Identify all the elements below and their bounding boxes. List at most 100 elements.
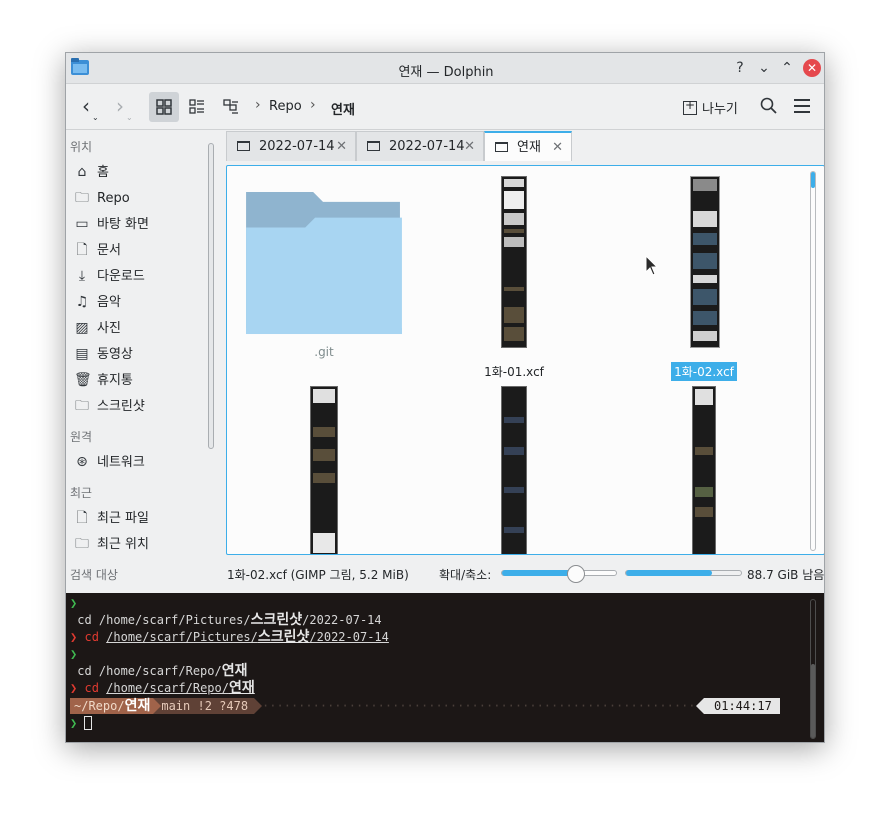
folder-icon [367,141,380,151]
minimize-button[interactable]: ⌄ [754,58,774,78]
search-button[interactable] [760,97,778,119]
dolphin-window: 연재 — Dolphin ? ⌄ ⌃ ✕ ‹ ⌄ › ⌄ › Repo › 연재… [65,52,825,743]
close-button[interactable]: ✕ [803,59,821,77]
powerline-git-segment: main !2 ?478 [153,698,255,714]
free-space-fill [626,570,713,576]
breadcrumb-separator-icon: › [310,97,316,113]
details-view-icon [223,99,238,114]
window-title: 연재 — Dolphin [398,65,494,80]
breadcrumb-repo[interactable]: Repo [269,99,302,114]
dropdown-arrow-icon: ⌄ [126,113,133,122]
terminal-line-1: cd /home/scarf/Pictures/스크린샷/2022-07-14 [70,612,382,628]
split-view-icon [683,98,697,115]
maximize-button[interactable]: ⌃ [777,58,797,78]
zoom-slider-fill [502,570,577,576]
file-label: .git [314,345,334,359]
pictures-icon: ▨ [75,320,89,336]
tab-2022-07-14-a[interactable]: 2022-07-14 ✕ [226,131,356,161]
split-view-button[interactable]: 나누기 [683,98,738,117]
folder-icon [246,191,402,335]
back-button[interactable]: ‹ ⌄ [82,94,99,122]
compact-view-icon [189,99,204,114]
sidebar-item-trash[interactable]: 🗑 휴지통 [74,370,133,390]
powerline-path-segment: ~/Repo/연재 [70,698,155,714]
details-view-button[interactable] [216,92,246,122]
breadcrumb-current[interactable]: 연재 [331,99,355,118]
icons-view-icon [156,99,172,115]
file-view[interactable]: .git 1화-01.xcf 1화-02.xcf [226,165,824,555]
mouse-pointer-icon [645,255,659,276]
zoom-label: 확대/축소: [439,568,492,582]
terminal-clock: 01:44:17 [696,698,780,714]
terminal-prompt-char: ❯ [70,647,78,661]
sidebar-item-documents[interactable]: 🗋 문서 [74,240,121,260]
chevron-left-icon: ‹ [82,94,90,118]
compact-view-button[interactable] [182,92,212,122]
folder-icon: 🗀 [75,190,89,206]
forward-button[interactable]: › ⌄ [116,94,133,122]
recent-files-icon: 🗋 [76,510,88,526]
sidebar-item-screenshots[interactable]: 🗀 스크린샷 [74,396,145,416]
close-tab-icon[interactable]: ✕ [552,133,563,162]
image-thumbnail [501,176,527,348]
sidebar-item-recent-locations[interactable]: 🗀 최근 위치 [74,534,149,554]
image-thumbnail [501,386,527,554]
folder-icon [495,142,508,152]
zoom-slider-handle[interactable] [567,565,586,583]
sidebar-item-pictures[interactable]: ▨ 사진 [74,318,121,338]
video-icon: ▤ [75,346,89,362]
free-space-bar [625,570,742,576]
tab-current[interactable]: 연재 ✕ [484,131,572,161]
terminal-line-3: cd /home/scarf/Repo/연재 [70,663,248,679]
titlebar[interactable]: 연재 — Dolphin ? ⌄ ⌃ ✕ [66,53,824,84]
file-view-scrollbar[interactable] [810,171,816,551]
sidebar-item-desktop[interactable]: ▭ 바탕 화면 [74,214,149,234]
zoom-slider[interactable] [501,565,617,583]
tab-2022-07-14-b[interactable]: 2022-07-14 ✕ [356,131,484,161]
section-remote-heading: 원격 [70,430,93,444]
folder-icon: 🗀 [75,398,89,414]
status-bar: 1화-02.xcf (GIMP 그림, 5.2 MiB) 확대/축소: 88.7… [226,561,825,585]
sidebar-item-music[interactable]: ♫ 음악 [74,292,121,312]
chevron-right-icon: › [116,94,124,118]
search-icon [760,97,777,114]
image-thumbnail [692,386,716,554]
icons-view-button[interactable] [149,92,179,122]
split-view-label: 나누기 [702,102,738,117]
breadcrumb-separator-icon: › [255,97,261,113]
sidebar-item-recent-files[interactable]: 🗋 최근 파일 [74,508,149,528]
text-cursor-icon [84,716,93,730]
terminal-prompt-char: ❯ [70,596,78,610]
file-label-selected: 1화-02.xcf [671,362,737,381]
tab-bar: 2022-07-14 ✕ 2022-07-14 ✕ 연재 ✕ [226,131,824,161]
close-tab-icon[interactable]: ✕ [336,132,347,161]
sidebar-item-videos[interactable]: ▤ 동영상 [74,344,133,364]
music-icon: ♫ [75,294,89,310]
terminal-input-line[interactable]: ❯ [70,715,93,731]
close-tab-icon[interactable]: ✕ [464,132,475,161]
home-icon: ⌂ [77,164,87,180]
terminal-line-4: ❯ cd /home/scarf/Repo/연재 [70,680,255,696]
main-toolbar: ‹ ⌄ › ⌄ › Repo › 연재 + 나누기 [66,84,824,130]
section-recent-heading: 최근 [70,486,93,500]
trash-icon: 🗑 [74,372,92,388]
desktop-icon: ▭ [75,216,89,232]
image-thumbnail [310,386,338,554]
sidebar-scrollbar[interactable] [208,143,214,449]
terminal-powerline: ~/Repo/연재 main !2 ?478 ···················… [70,698,732,714]
hamburger-menu-button[interactable] [794,99,810,117]
image-thumbnail [690,176,720,348]
help-button[interactable]: ? [730,58,750,78]
free-space-label: 88.7 GiB 남음 [747,568,825,582]
terminal-panel[interactable]: ❯ cd /home/scarf/Pictures/스크린샷/2022-07-1… [66,593,824,742]
sidebar-item-home[interactable]: ⌂ 홈 [74,162,109,182]
sidebar-item-repo[interactable]: 🗀 Repo [74,188,130,208]
dropdown-arrow-icon: ⌄ [92,113,99,122]
download-icon: ⤓ [78,268,86,284]
terminal-scrollbar[interactable] [810,599,816,739]
sidebar-item-downloads[interactable]: ⤓ 다운로드 [74,266,145,286]
sidebar-item-network[interactable]: ⊛ 네트워크 [74,452,145,472]
documents-icon: 🗋 [76,242,88,258]
section-places-heading: 위치 [70,140,93,154]
recent-locations-icon: 🗀 [75,536,89,552]
